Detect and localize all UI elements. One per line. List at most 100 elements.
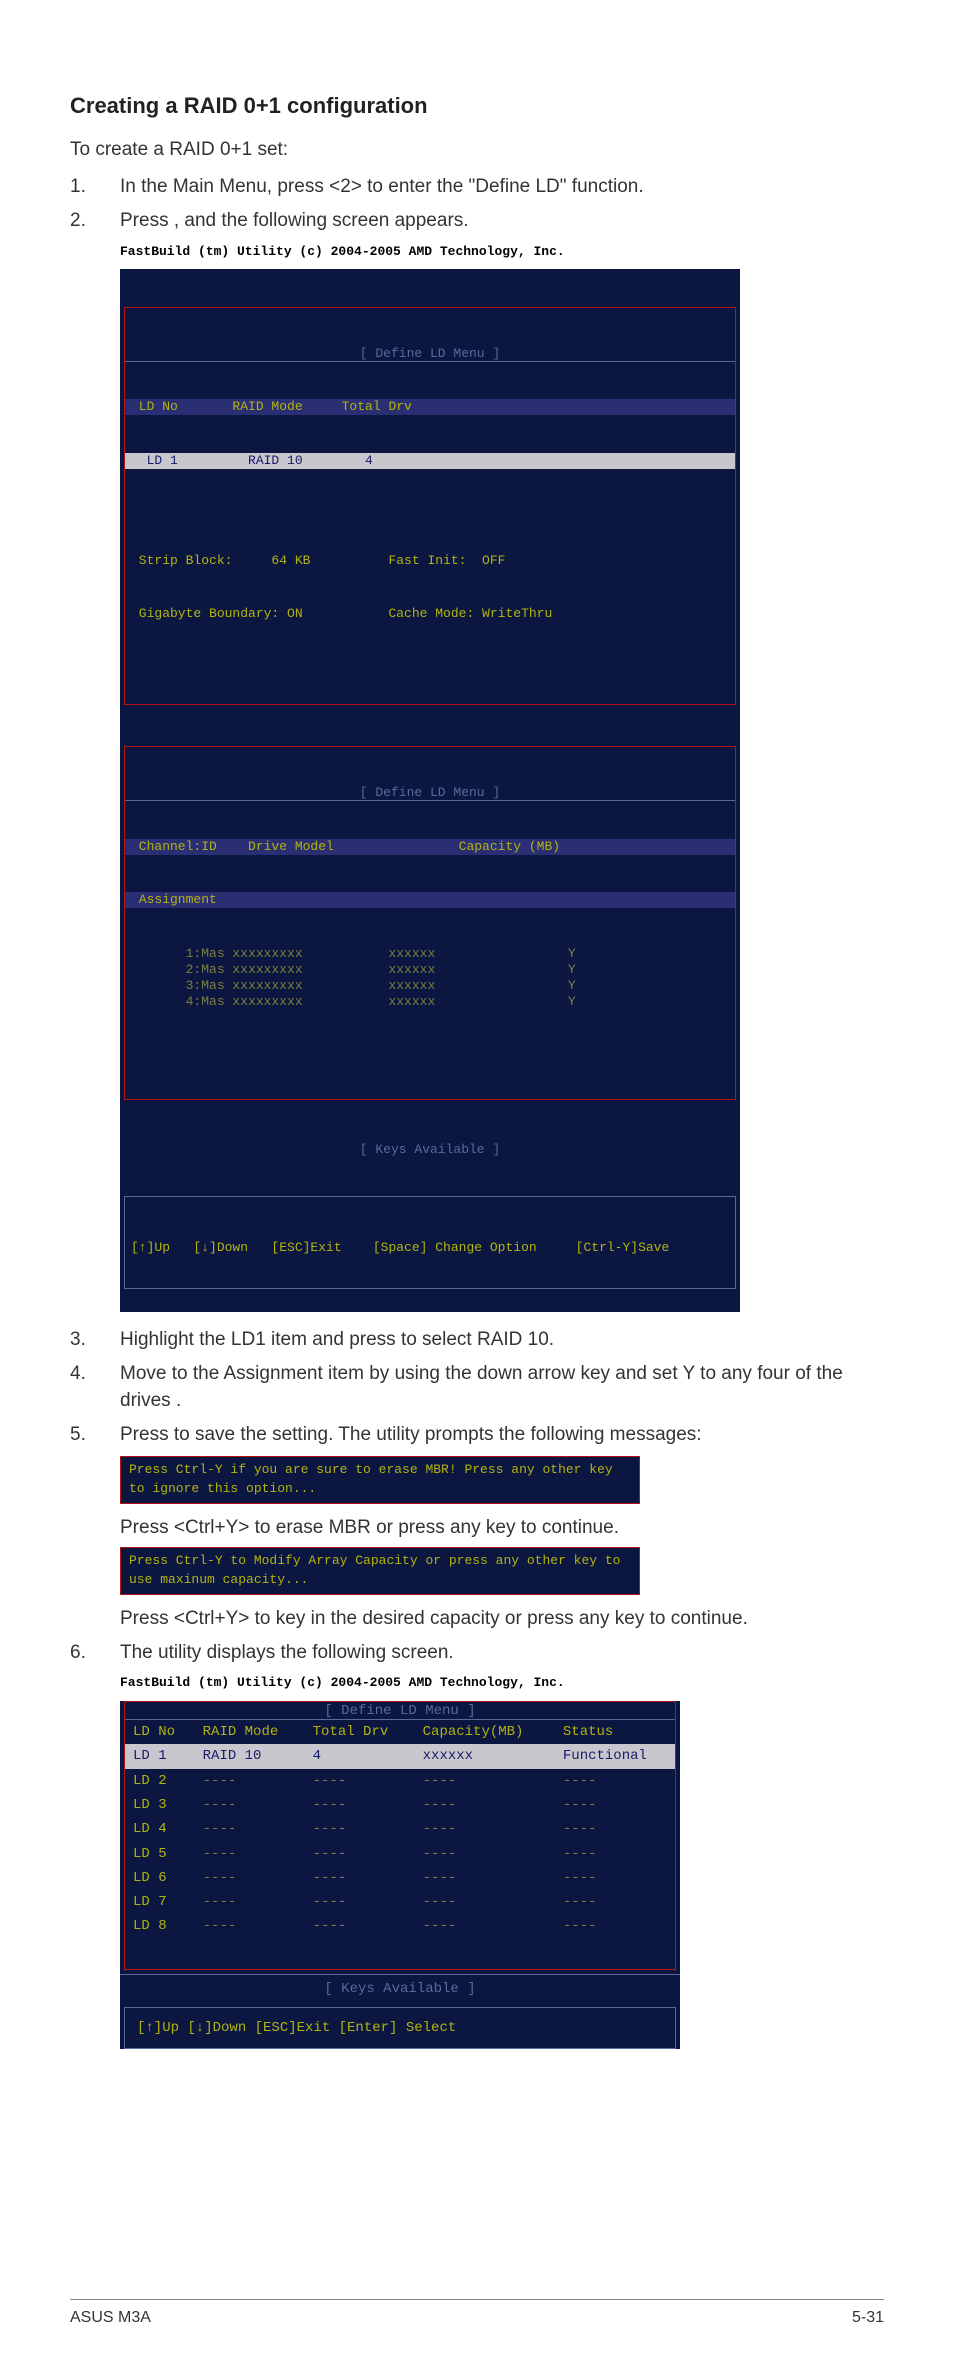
menu-label: [ Define LD Menu ] xyxy=(125,1702,675,1720)
cell: ---- xyxy=(305,1817,415,1841)
table-row[interactable]: LD 6---------------- xyxy=(125,1866,675,1890)
cell: ---- xyxy=(555,1793,675,1817)
cell: LD 8 xyxy=(125,1914,195,1938)
keys-row: [↑]Up [↓]Down [ESC]Exit [Space] Change O… xyxy=(125,1234,735,1250)
step-num: 4. xyxy=(70,1360,120,1415)
step-num: 3. xyxy=(70,1326,120,1354)
table-row[interactable]: LD 5---------------- xyxy=(125,1842,675,1866)
cell: LD 6 xyxy=(125,1866,195,1890)
cell: LD 7 xyxy=(125,1890,195,1914)
nav-keys: [↑]Up [↓]Down [ESC]Exit [Enter] Select xyxy=(124,2007,676,2049)
footer-right: 5-31 xyxy=(852,2306,884,2329)
table-row[interactable]: LD 4---------------- xyxy=(125,1817,675,1841)
steps-top: 1.In the Main Menu, press <2> to enter t… xyxy=(70,173,884,234)
cell: ---- xyxy=(555,1817,675,1841)
cell: ---- xyxy=(305,1866,415,1890)
keys-label: [ Keys Available ] xyxy=(120,1974,680,2003)
cell: ---- xyxy=(195,1914,305,1938)
selected-ld-row[interactable]: LD 1 RAID 10 4 xyxy=(125,453,735,469)
term2-title: FastBuild (tm) Utility (c) 2004-2005 AMD… xyxy=(120,1674,884,1693)
table-row[interactable]: LD 8---------------- xyxy=(125,1914,675,1938)
menu-label: [ Define LD Menu ] xyxy=(125,346,735,362)
cell: ---- xyxy=(305,1769,415,1793)
col-header: Capacity(MB) xyxy=(415,1720,555,1744)
cell: ---- xyxy=(195,1817,305,1841)
col-header: LD No xyxy=(125,1720,195,1744)
after-msg2: Press <Ctrl+Y> to key in the desired cap… xyxy=(70,1605,884,1633)
cell: ---- xyxy=(555,1914,675,1938)
col-header: Total Drv xyxy=(305,1720,415,1744)
col-header: RAID Mode xyxy=(195,1720,305,1744)
menu-label-2: [ Define LD Menu ] xyxy=(125,785,735,801)
keys-label: [ Keys Available ] xyxy=(120,1142,740,1158)
step-num: 2. xyxy=(70,207,120,235)
table-row[interactable]: LD 7---------------- xyxy=(125,1890,675,1914)
cell: ---- xyxy=(555,1842,675,1866)
msg-modify-capacity: Press Ctrl-Y to Modify Array Capacity or… xyxy=(120,1547,640,1595)
step-text: In the Main Menu, press <2> to enter the… xyxy=(120,173,884,201)
cell: ---- xyxy=(415,1914,555,1938)
cell: LD 1 xyxy=(125,1744,195,1768)
cell: ---- xyxy=(305,1914,415,1938)
drive-row[interactable]: 1:Mas xxxxxxxxx xxxxxx Y xyxy=(125,946,735,962)
step-num: 6. xyxy=(70,1639,120,1667)
cell: ---- xyxy=(415,1890,555,1914)
page-heading: Creating a RAID 0+1 configuration xyxy=(70,90,884,122)
cell: ---- xyxy=(195,1793,305,1817)
cell: LD 2 xyxy=(125,1769,195,1793)
cell: xxxxxx xyxy=(415,1744,555,1768)
terminal-ld-list: [ Define LD Menu ] LD NoRAID ModeTotal D… xyxy=(120,1701,680,2049)
cell: Functional xyxy=(555,1744,675,1768)
footer-left: ASUS M3A xyxy=(70,2306,151,2329)
ld-table: LD NoRAID ModeTotal DrvCapacity(MB)Statu… xyxy=(125,1720,675,1939)
cell: LD 3 xyxy=(125,1793,195,1817)
step-text: The utility displays the following scree… xyxy=(120,1639,884,1667)
step-text: Press , and the following screen appears… xyxy=(120,207,884,235)
strip-block-row: Strip Block: 64 KB Fast Init: OFF xyxy=(125,553,735,569)
assignment-label: Assignment xyxy=(125,892,735,908)
step-text: Highlight the LD1 item and press to sele… xyxy=(120,1326,884,1354)
cell: ---- xyxy=(415,1817,555,1841)
step-6: 6.The utility displays the following scr… xyxy=(70,1639,884,1667)
header-row: LD No RAID Mode Total Drv xyxy=(125,399,735,415)
cell: ---- xyxy=(195,1769,305,1793)
step-text: Move to the Assignment item by using the… xyxy=(120,1360,884,1415)
cell: ---- xyxy=(195,1842,305,1866)
msg-erase-mbr: Press Ctrl-Y if you are sure to erase MB… xyxy=(120,1456,640,1504)
drive-row[interactable]: 4:Mas xxxxxxxxx xxxxxx Y xyxy=(125,994,735,1010)
term1-title: FastBuild (tm) Utility (c) 2004-2005 AMD… xyxy=(120,243,884,262)
step-num: 5. xyxy=(70,1421,120,1449)
drive-header: Channel:ID Drive Model Capacity (MB) xyxy=(125,839,735,855)
cell: ---- xyxy=(415,1866,555,1890)
table-head: LD NoRAID ModeTotal DrvCapacity(MB)Statu… xyxy=(125,1720,675,1744)
cell: ---- xyxy=(415,1793,555,1817)
steps-mid: 3.Highlight the LD1 item and press to se… xyxy=(70,1326,884,1448)
cell: ---- xyxy=(415,1769,555,1793)
table-row[interactable]: LD 3---------------- xyxy=(125,1793,675,1817)
after-msg1: Press <Ctrl+Y> to erase MBR or press any… xyxy=(70,1514,884,1542)
cell: LD 5 xyxy=(125,1842,195,1866)
cell: LD 4 xyxy=(125,1817,195,1841)
cell: ---- xyxy=(555,1769,675,1793)
cell: ---- xyxy=(305,1793,415,1817)
cell: ---- xyxy=(195,1890,305,1914)
page-footer: ASUS M3A 5-31 xyxy=(70,2299,884,2329)
step-text: Press to save the setting. The utility p… xyxy=(120,1421,884,1449)
cell: ---- xyxy=(555,1890,675,1914)
cell: ---- xyxy=(555,1866,675,1890)
step-num: 1. xyxy=(70,173,120,201)
table-row-selected[interactable]: LD 1RAID 104xxxxxxFunctional xyxy=(125,1744,675,1768)
cell: ---- xyxy=(305,1890,415,1914)
cell: 4 xyxy=(305,1744,415,1768)
intro-text: To create a RAID 0+1 set: xyxy=(70,136,884,164)
drive-row[interactable]: 2:Mas xxxxxxxxx xxxxxx Y xyxy=(125,962,735,978)
cell: ---- xyxy=(415,1842,555,1866)
terminal-define-ld: [ Define LD Menu ] LD No RAID Mode Total… xyxy=(120,269,740,1312)
cell: ---- xyxy=(305,1842,415,1866)
drive-rows: 1:Mas xxxxxxxxx xxxxxx Y 2:Mas xxxxxxxxx… xyxy=(125,946,735,1010)
table-row[interactable]: LD 2---------------- xyxy=(125,1769,675,1793)
gigabyte-row: Gigabyte Boundary: ON Cache Mode: WriteT… xyxy=(125,606,735,622)
table-body: LD 1RAID 104xxxxxxFunctionalLD 2--------… xyxy=(125,1744,675,1938)
cell: ---- xyxy=(195,1866,305,1890)
drive-row[interactable]: 3:Mas xxxxxxxxx xxxxxx Y xyxy=(125,978,735,994)
